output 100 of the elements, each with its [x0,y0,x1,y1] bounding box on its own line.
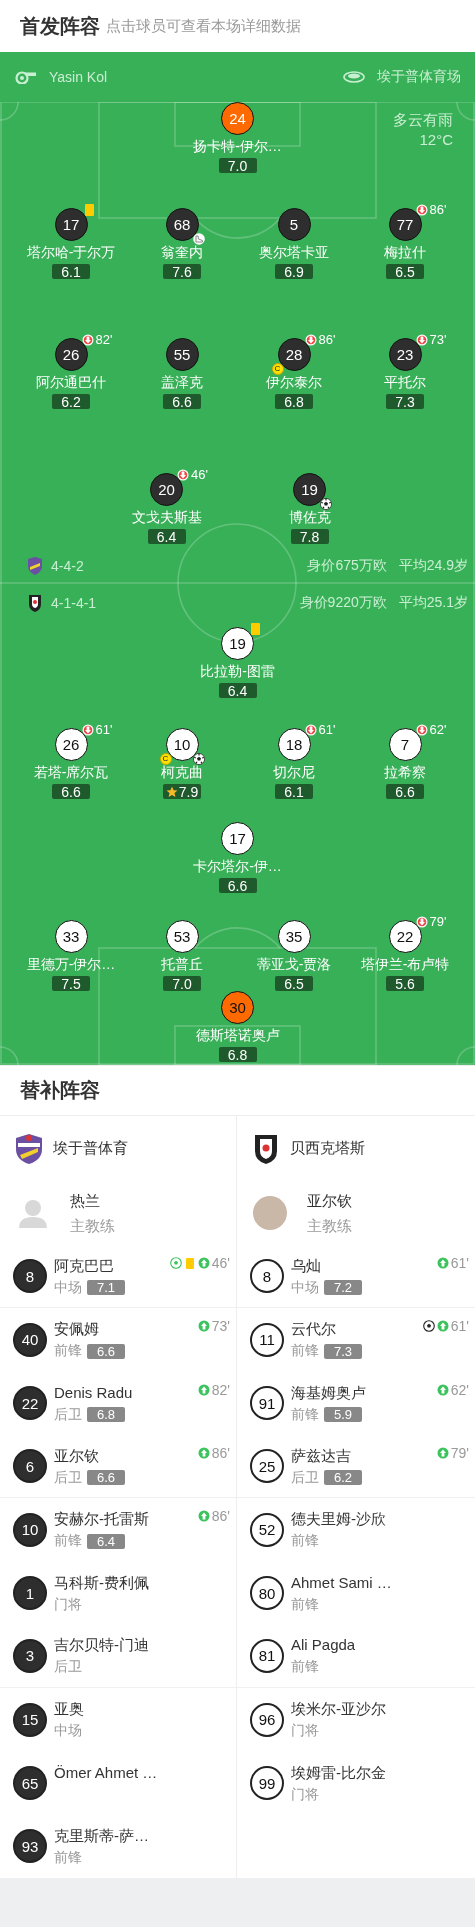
substitution-off-icon [415,204,428,216]
shirt-number[interactable]: 1 [13,1576,47,1611]
shirt-number[interactable]: 40 [13,1322,47,1357]
player-rating: 7.2 [324,1280,362,1296]
shirt-number[interactable]: 80 [250,1576,284,1611]
shirt-number[interactable]: 25 [250,1449,284,1484]
player-rating: 6.4 [87,1533,125,1549]
substitution-on-icon [197,1257,210,1269]
shirt-number[interactable]: 10 [13,1512,47,1547]
shirt-number[interactable]: 99 [250,1766,284,1800]
player-position: 后卫 [54,1405,82,1424]
section-title: 替补阵容 [20,1078,100,1103]
shirt-number[interactable]: 22 [13,1386,47,1421]
shirt-number[interactable]: 55 [165,338,199,371]
substitution-off-icon [304,724,317,736]
rating-value: 7.8 [299,528,320,545]
substitution-off-icon [415,334,428,346]
shirt-number[interactable]: 8 [250,1259,284,1294]
player-position: 门将 [54,1595,82,1614]
rating-value: 7.0 [227,157,248,174]
player-position: 前锋 [54,1342,82,1361]
rating-value: 6.1 [284,783,304,800]
coach-role: 主教练 [70,1217,115,1234]
shirt-number[interactable]: 17 [54,208,88,241]
substitution-minute: 73' [211,1318,230,1335]
shirt-number[interactable]: 18 [277,728,311,761]
substitution-minute: 62' [450,1381,469,1398]
substitution-minute: 73' [429,332,447,347]
rating-value: 7.9 [178,783,199,800]
player-name[interactable]: Denis Radu [54,1383,133,1402]
shirt-number[interactable]: 96 [250,1702,284,1737]
player-name[interactable]: 埃姆雷-比尔金 [291,1763,386,1782]
player-name[interactable]: 德夫里姆-沙欣 [291,1510,386,1529]
player-rating: 7.1 [87,1280,125,1296]
player-position: 前锋 [291,1658,319,1677]
team-name[interactable]: 贝西克塔斯 [290,1139,365,1158]
player-rating: 6.6 [87,1343,125,1359]
player-name[interactable]: 海基姆奥卢 [291,1383,366,1402]
player-name[interactable]: 乌灿 [291,1256,362,1275]
substitution-on-icon [436,1383,449,1396]
shirt-number[interactable]: 81 [250,1638,284,1673]
shirt-number[interactable]: 6 [13,1449,47,1484]
shirt-number[interactable]: 93 [13,1829,47,1864]
shirt-number[interactable]: 30 [221,991,254,1024]
shirt-number[interactable]: 8 [13,1259,47,1294]
rating-value: 6.4 [227,682,248,699]
shirt-number[interactable]: 26 [54,338,88,371]
player-name[interactable]: 云代尔 [291,1320,362,1339]
shirt-number[interactable]: 15 [13,1702,47,1737]
shirt-number[interactable]: 77 [388,208,422,241]
shirt-number[interactable]: 68 [165,208,199,241]
shirt-number[interactable]: 26 [54,728,88,761]
player-name: 德斯塔诺奥卢 [195,1027,280,1043]
rating-value: 6.8 [227,1046,248,1063]
player-name[interactable]: Ömer Ahmet … [54,1763,158,1782]
player-name[interactable]: 阿克巴巴 [54,1256,125,1275]
player-name[interactable]: 克里斯蒂-萨… [54,1826,149,1845]
shirt-number[interactable]: 7 [388,728,422,761]
rating-value: 6.6 [172,393,192,410]
shirt-number[interactable]: 5 [277,208,311,241]
substitution-off-icon [177,469,189,481]
player-name[interactable]: 马科斯-费利佩 [54,1573,149,1592]
player-name[interactable]: Ali Pagda [291,1636,356,1655]
substitution-minute: 82' [211,1381,230,1398]
shirt-number[interactable]: 33 [54,920,88,953]
shirt-number[interactable]: 11 [250,1322,284,1357]
player-rating: 6.6 [87,1470,125,1486]
player-name[interactable]: 安佩姆 [54,1320,125,1339]
player-name[interactable]: 埃米尔-亚沙尔 [291,1700,386,1719]
player-name[interactable]: 安赫尔-托雷斯 [54,1510,149,1529]
shirt-number[interactable]: 91 [250,1386,284,1421]
player-name: 博佐克 [288,509,331,525]
player-name[interactable]: 萨兹达吉 [291,1446,362,1465]
player-name: 奥尔塔卡亚 [259,244,329,260]
shirt-number[interactable]: 19 [293,473,326,506]
player-name: 柯克曲 [161,764,203,780]
market-value-text: 身价9220万欧 [299,593,387,612]
shirt-number[interactable]: 20 [150,473,183,506]
player-position: 前锋 [54,1848,82,1867]
shirt-number[interactable]: 3 [13,1638,47,1673]
shirt-number[interactable]: 53 [165,920,199,953]
team-name[interactable]: 埃于普体育 [53,1139,128,1158]
market-value-text: 身价675万欧 [307,556,387,575]
player-name[interactable]: 亚奥 [54,1700,84,1719]
substitution-minute: 61' [95,722,113,737]
substitution-minute: 82' [95,332,113,347]
player-name[interactable]: 亚尔钦 [54,1446,125,1465]
weather-text: 多云有雨 [393,110,453,130]
player-name: 伊尔泰尔 [266,374,322,390]
shirt-number[interactable]: 22 [388,920,422,953]
player-name[interactable]: Ahmet Sami … [291,1573,392,1592]
shirt-number[interactable]: 17 [221,822,254,855]
shirt-number[interactable]: 52 [250,1512,284,1547]
substitution-minute: 79' [429,914,447,929]
rating-value: 6.5 [395,263,415,280]
shirt-number[interactable]: 19 [221,627,254,660]
shirt-number[interactable]: 35 [277,920,311,953]
shirt-number[interactable]: 23 [388,338,422,371]
player-name[interactable]: 吉尔贝特-门迪 [54,1636,149,1655]
shirt-number[interactable]: 65 [13,1766,47,1800]
